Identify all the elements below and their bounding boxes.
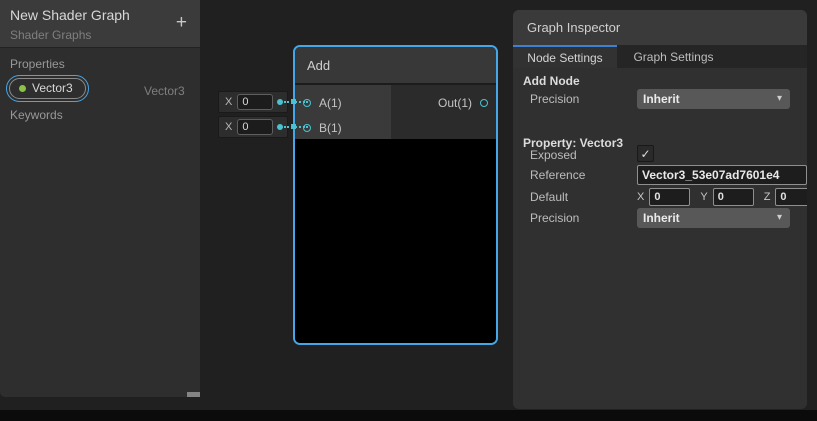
output-port-label: Out(1) bbox=[438, 96, 472, 110]
port-row-b: B(1) bbox=[295, 115, 391, 140]
output-port-column: Out(1) bbox=[391, 85, 496, 139]
default-x-input[interactable] bbox=[649, 188, 690, 206]
node-preview bbox=[295, 141, 496, 343]
port-field-b: X bbox=[218, 116, 288, 138]
output-port[interactable] bbox=[480, 99, 488, 107]
port-field-a-input[interactable] bbox=[237, 94, 273, 110]
graph-subtitle: Shader Graphs bbox=[10, 28, 91, 42]
bottom-bar bbox=[0, 410, 817, 421]
blackboard-panel: New Shader Graph Shader Graphs + Propert… bbox=[0, 0, 200, 397]
port-field-a: X bbox=[218, 91, 288, 113]
add-node-ports: A(1) B(1) Out(1) bbox=[295, 85, 496, 139]
add-node-precision-label: Precision bbox=[530, 92, 579, 106]
add-node-section-heading: Add Node bbox=[523, 74, 580, 88]
graph-inspector-title: Graph Inspector bbox=[527, 20, 620, 35]
add-property-button[interactable]: + bbox=[176, 13, 187, 33]
add-node-precision-value: Inherit bbox=[643, 92, 680, 106]
port-row-out: Out(1) bbox=[391, 90, 496, 115]
graph-inspector-header[interactable]: Graph Inspector bbox=[513, 10, 807, 45]
default-y-label: Y bbox=[700, 191, 707, 203]
property-color-dot bbox=[19, 85, 26, 92]
blackboard-header: New Shader Graph Shader Graphs + bbox=[0, 0, 200, 48]
input-port-a-label: A(1) bbox=[319, 96, 342, 110]
default-z-input[interactable] bbox=[775, 188, 807, 206]
properties-section-label: Properties bbox=[10, 57, 65, 71]
graph-inspector-panel: Graph Inspector Node Settings Graph Sett… bbox=[513, 10, 807, 409]
reference-input[interactable] bbox=[637, 165, 807, 185]
chevron-down-icon: ▾ bbox=[777, 94, 782, 104]
reference-label: Reference bbox=[530, 168, 585, 182]
port-field-b-connector-dot[interactable] bbox=[277, 124, 283, 130]
edge-a-border-square bbox=[291, 99, 296, 104]
resize-handle[interactable] bbox=[187, 392, 200, 397]
property-type-label: Vector3 bbox=[144, 84, 185, 98]
add-node-title: Add bbox=[307, 58, 330, 73]
tab-graph-settings[interactable]: Graph Settings bbox=[617, 45, 730, 68]
property-precision-label: Precision bbox=[530, 211, 579, 225]
keywords-section-label: Keywords bbox=[10, 108, 63, 122]
default-x-label: X bbox=[637, 191, 644, 203]
graph-title: New Shader Graph bbox=[10, 7, 130, 23]
property-pill-vector3[interactable]: Vector3 bbox=[6, 75, 89, 102]
edge-b-border-square bbox=[291, 124, 296, 129]
property-precision-dropdown[interactable]: Inherit ▾ bbox=[637, 208, 790, 228]
default-vector3-fields: X Y Z bbox=[637, 188, 807, 206]
edge-b-connection[interactable] bbox=[284, 126, 308, 128]
tab-node-settings[interactable]: Node Settings bbox=[513, 45, 617, 68]
port-row-a: A(1) bbox=[295, 90, 391, 115]
property-precision-value: Inherit bbox=[643, 211, 680, 225]
edge-a-connection[interactable] bbox=[284, 101, 308, 103]
port-field-a-connector-dot[interactable] bbox=[277, 99, 283, 105]
inspector-tab-bar: Node Settings Graph Settings bbox=[513, 45, 807, 68]
exposed-label: Exposed bbox=[530, 148, 577, 162]
add-node-header[interactable]: Add bbox=[295, 47, 496, 85]
port-field-b-label: X bbox=[225, 121, 232, 133]
chevron-down-icon: ▾ bbox=[777, 213, 782, 223]
checkmark-icon: ✓ bbox=[640, 148, 650, 160]
default-z-label: Z bbox=[764, 191, 771, 203]
exposed-checkbox[interactable]: ✓ bbox=[637, 145, 654, 162]
port-field-a-label: X bbox=[225, 96, 232, 108]
add-node[interactable]: Add A(1) B(1) Out(1) bbox=[293, 45, 498, 345]
property-pill-label: Vector3 bbox=[32, 81, 73, 95]
add-node-precision-dropdown[interactable]: Inherit ▾ bbox=[637, 89, 790, 109]
input-port-column: A(1) B(1) bbox=[295, 85, 391, 139]
default-label: Default bbox=[530, 190, 568, 204]
port-field-b-input[interactable] bbox=[237, 119, 273, 135]
default-y-input[interactable] bbox=[713, 188, 754, 206]
input-port-b-label: B(1) bbox=[319, 121, 342, 135]
